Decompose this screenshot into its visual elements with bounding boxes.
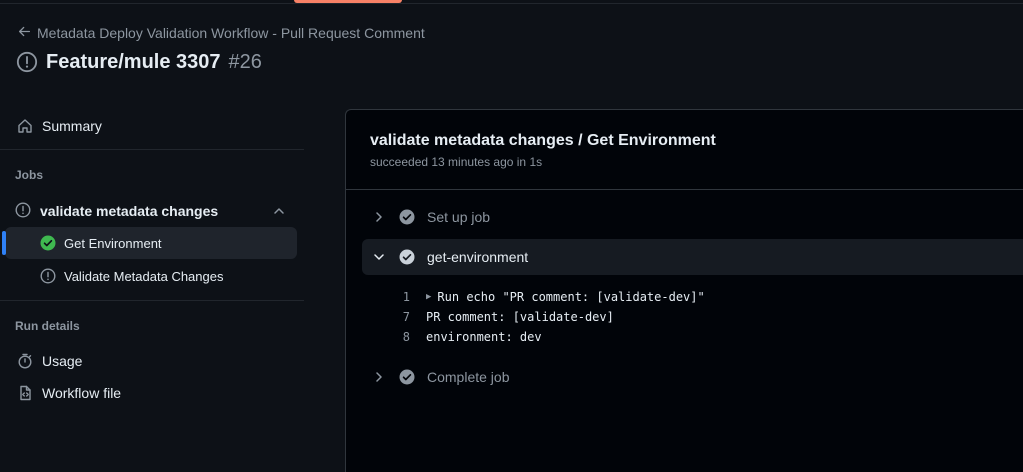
sidebar-item-label: Summary <box>42 118 102 134</box>
sidebar-divider <box>0 300 304 301</box>
sidebar-item-usage[interactable]: Usage <box>17 352 82 370</box>
log-line-text: environment: dev <box>426 330 542 344</box>
chevron-right-icon <box>371 369 387 385</box>
job-label: Get Environment <box>64 235 162 251</box>
page-title: Feature/mule 3307 #26 <box>16 48 262 76</box>
active-tab-underline <box>294 0 402 3</box>
run-name: Feature/mule 3307 <box>46 50 221 73</box>
step-complete-job[interactable]: Complete job <box>362 359 1023 395</box>
step-set-up-job[interactable]: Set up job <box>362 199 1023 235</box>
run-details-heading: Run details <box>15 319 80 333</box>
log-line: 7 PR comment: [validate-dev] <box>390 308 614 326</box>
file-code-icon <box>17 385 33 401</box>
workflow-run-page: Metadata Deploy Validation Workflow - Pu… <box>0 0 1023 472</box>
back-to-workflow-link[interactable]: Metadata Deploy Validation Workflow - Pu… <box>18 24 425 42</box>
check-circle-fill-icon <box>399 209 415 225</box>
panel-divider <box>346 189 1023 190</box>
step-label: get-environment <box>427 249 529 265</box>
job-group-validate-metadata-changes[interactable]: validate metadata changes <box>15 200 297 222</box>
step-get-environment[interactable]: get-environment <box>362 239 1023 275</box>
top-nav-border <box>0 0 1023 4</box>
chevron-up-icon[interactable] <box>271 203 287 219</box>
log-line-text: PR comment: [validate-dev] <box>426 310 614 324</box>
log-line-number: 8 <box>402 330 410 344</box>
sidebar-item-workflow-file[interactable]: Workflow file <box>17 384 121 402</box>
home-icon <box>17 118 33 134</box>
check-circle-fill-icon <box>399 249 415 265</box>
chevron-down-icon <box>371 249 387 265</box>
sidebar-item-label: Usage <box>42 353 83 369</box>
sidebar-job-validate-metadata-changes[interactable]: Validate Metadata Changes <box>5 260 297 292</box>
sidebar-job-get-environment[interactable]: Get Environment <box>2 227 297 259</box>
sidebar-item-label: Workflow file <box>42 385 122 401</box>
triangle-right-icon[interactable]: ▶ <box>426 292 431 302</box>
alert-circle-icon <box>16 51 38 73</box>
alert-circle-icon <box>40 268 56 284</box>
sidebar-divider <box>0 149 304 150</box>
log-line-number: 1 <box>402 290 410 304</box>
log-line[interactable]: 1 ▶ Run echo "PR comment: [validate-dev]… <box>390 288 705 306</box>
back-link-label: Metadata Deploy Validation Workflow - Pu… <box>37 25 425 41</box>
arrow-left-icon <box>18 25 31 41</box>
job-title: validate metadata changes / Get Environm… <box>370 132 716 149</box>
job-group-label: validate metadata changes <box>40 203 219 219</box>
job-label: Validate Metadata Changes <box>64 268 224 284</box>
stopwatch-icon <box>17 353 33 369</box>
step-label: Set up job <box>427 209 491 225</box>
check-circle-fill-icon <box>399 369 415 385</box>
job-status-text: succeeded 13 minutes ago in 1s <box>370 155 543 169</box>
log-line-number: 7 <box>402 310 410 324</box>
alert-circle-icon <box>15 201 31 221</box>
log-line-text: Run echo "PR comment: [validate-dev]" <box>437 290 705 304</box>
step-label: Complete job <box>427 369 510 385</box>
run-number: #26 <box>228 50 262 73</box>
chevron-right-icon <box>371 209 387 225</box>
sidebar-item-summary[interactable]: Summary <box>17 117 102 135</box>
log-line: 8 environment: dev <box>390 328 542 346</box>
check-circle-fill-icon <box>40 235 56 251</box>
jobs-heading: Jobs <box>15 168 44 182</box>
